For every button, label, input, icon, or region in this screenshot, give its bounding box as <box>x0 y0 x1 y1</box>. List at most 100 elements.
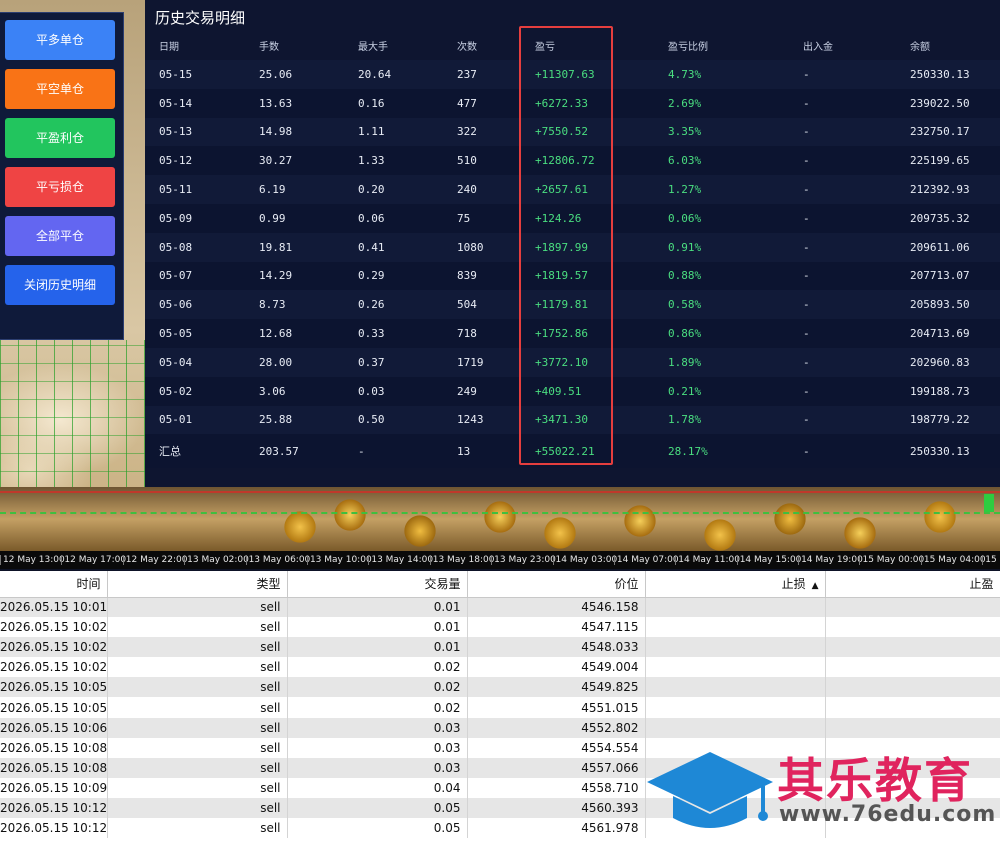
history-cell-max-lot: 0.26 <box>358 298 385 312</box>
history-cell-pnl: +1897.99 <box>535 240 588 254</box>
order-cell-time: 2026.05.15 10:05:13 <box>0 677 108 698</box>
order-cell-time: 2026.05.15 10:12:15 <box>0 797 108 819</box>
history-cell-count: 237 <box>457 67 477 81</box>
history-cell-lots: 14.98 <box>259 125 293 139</box>
sort-asc-icon[interactable]: ▲ <box>812 581 819 591</box>
history-cell-deposit: - <box>803 384 810 398</box>
time-axis-tick: 14 May 15:00 <box>736 555 801 565</box>
history-cell-count: 839 <box>457 269 477 283</box>
header-pnl-ratio: 盈亏比例 <box>668 41 708 53</box>
history-cell-deposit: - <box>803 211 810 225</box>
history-cell-count: 322 <box>457 125 477 139</box>
header-max-lot: 最大手 <box>358 41 388 53</box>
header-type[interactable]: 类型 <box>107 571 288 598</box>
history-row: 05-15 25.06 20.64 237 +11307.63 4.73% - 250330.… <box>145 60 1000 89</box>
history-cell-deposit: - <box>803 183 810 197</box>
order-cell-price: 4554.554 <box>467 737 646 758</box>
close-all-button[interactable]: 全部平仓 <box>5 216 115 256</box>
order-row[interactable]: 2026.05.15 10:12:15sell0.054560.393 <box>0 797 1000 819</box>
history-cell-pnl-ratio: 1.89% <box>668 355 702 369</box>
order-cell-stop-loss <box>645 597 826 618</box>
history-cell-pnl-ratio: 6.03% <box>668 154 702 168</box>
order-row[interactable]: 2026.05.15 10:01:58sell0.014546.158 <box>0 597 1000 618</box>
time-axis-tick: 14 May 11:00 <box>675 555 740 565</box>
total-cell-pnl: +55022.21 <box>535 444 595 458</box>
order-row[interactable]: 2026.05.15 10:06:41sell0.034552.802 <box>0 717 1000 738</box>
history-cell-pnl: +12806.72 <box>535 154 595 168</box>
history-cell-balance: 198779.22 <box>910 413 970 427</box>
order-cell-time: 2026.05.15 10:08:25 <box>0 737 108 758</box>
close-loss-button[interactable]: 平亏损仓 <box>5 167 115 207</box>
time-axis-tick: 13 May 23:00 <box>491 555 556 565</box>
history-cell-lots: 13.63 <box>259 96 293 110</box>
order-row[interactable]: 2026.05.15 10:08:25sell0.034554.554 <box>0 737 1000 758</box>
order-row[interactable]: 2026.05.15 10:02:17sell0.014547.115 <box>0 617 1000 638</box>
orders-table: 时间 类型 交易量 价位 止损▲ 止盈 2026.05.15 10:01:58s… <box>0 571 1000 839</box>
order-cell-stop-loss <box>645 797 826 819</box>
order-cell-take-profit <box>825 797 1000 819</box>
order-cell-stop-loss <box>645 677 826 698</box>
history-cell-pnl: +1752.86 <box>535 327 588 341</box>
close-buy-button[interactable]: 平多单仓 <box>5 20 115 60</box>
history-cell-pnl-ratio: 1.27% <box>668 183 702 197</box>
order-cell-type: sell <box>107 757 288 778</box>
header-time[interactable]: 时间 <box>0 571 108 598</box>
order-row[interactable]: 2026.05.15 10:12:57sell0.054561.978 <box>0 818 1000 839</box>
header-volume[interactable]: 交易量 <box>287 571 468 598</box>
history-cell-date: 05-01 <box>159 413 193 427</box>
history-row: 05-01 25.88 0.50 1243 +3471.30 1.78% - 198779.2… <box>145 405 1000 435</box>
order-cell-volume: 0.03 <box>287 737 468 758</box>
order-row[interactable]: 2026.05.15 10:08:53sell0.034557.066 <box>0 757 1000 778</box>
history-cell-pnl-ratio: 0.86% <box>668 327 702 341</box>
history-cell-max-lot: 0.50 <box>358 413 385 427</box>
history-title: 历史交易明细 <box>155 9 246 27</box>
order-cell-type: sell <box>107 717 288 738</box>
order-row[interactable]: 2026.05.15 10:09:28sell0.044558.710 <box>0 777 1000 798</box>
history-cell-balance: 202960.83 <box>910 355 970 369</box>
order-row[interactable]: 2026.05.15 10:02:42sell0.024549.004 <box>0 657 1000 678</box>
order-row[interactable]: 2026.05.15 10:05:26sell0.024551.015 <box>0 697 1000 718</box>
order-cell-take-profit <box>825 818 1000 839</box>
order-cell-price: 4546.158 <box>467 597 646 618</box>
order-cell-volume: 0.03 <box>287 757 468 778</box>
history-cell-lots: 25.06 <box>259 67 293 81</box>
order-cell-stop-loss <box>645 617 826 638</box>
history-cell-pnl-ratio: 0.58% <box>668 298 702 312</box>
order-cell-take-profit <box>825 737 1000 758</box>
history-cell-date: 05-07 <box>159 269 193 283</box>
order-cell-stop-loss <box>645 818 826 839</box>
history-cell-balance: 232750.17 <box>910 125 970 139</box>
order-cell-time: 2026.05.15 10:02:21 <box>0 637 108 658</box>
history-row: 05-14 13.63 0.16 477 +6272.33 2.69% - 239022.50 <box>145 88 1000 118</box>
header-stop-loss[interactable]: 止损 ▲ <box>645 571 826 598</box>
orders-header-row: 时间 类型 交易量 价位 止损 ▲ 止盈 <box>0 571 1000 598</box>
close-history-button[interactable]: 关闭历史明细 <box>5 265 115 305</box>
close-sell-button[interactable]: 平空单仓 <box>5 69 115 109</box>
price-level-line[interactable] <box>0 491 1000 493</box>
price-marker[interactable] <box>984 494 994 512</box>
order-cell-take-profit <box>825 597 1000 618</box>
history-cell-pnl-ratio: 0.21% <box>668 384 702 398</box>
order-row[interactable]: 2026.05.15 10:05:13sell0.024549.825 <box>0 677 1000 698</box>
trade-button-panel: 平多单仓 平空单仓 平盈利仓 平亏损仓 全部平仓 关闭历史明细 <box>0 12 124 340</box>
history-cell-date: 05-12 <box>159 154 193 168</box>
history-cell-pnl: +3471.30 <box>535 413 588 427</box>
order-cell-price: 4548.033 <box>467 637 646 658</box>
order-cell-stop-loss <box>645 717 826 738</box>
history-cell-lots: 8.73 <box>259 298 286 312</box>
history-cell-max-lot: 1.11 <box>358 125 385 139</box>
history-cell-pnl-ratio: 3.35% <box>668 125 702 139</box>
header-price[interactable]: 价位 <box>467 571 646 598</box>
order-cell-stop-loss <box>645 757 826 778</box>
history-cell-balance: 225199.65 <box>910 154 970 168</box>
history-cell-count: 249 <box>457 384 477 398</box>
close-profit-button[interactable]: 平盈利仓 <box>5 118 115 158</box>
history-cell-count: 1719 <box>457 355 484 369</box>
order-cell-price: 4561.978 <box>467 818 646 839</box>
order-row[interactable]: 2026.05.15 10:02:21sell0.014548.033 <box>0 637 1000 658</box>
chart-coin-background <box>0 487 1000 551</box>
header-take-profit[interactable]: 止盈 <box>825 571 1000 598</box>
history-cell-pnl: +2657.61 <box>535 183 588 197</box>
history-cell-max-lot: 0.03 <box>358 384 385 398</box>
order-cell-time: 2026.05.15 10:09:28 <box>0 777 108 798</box>
